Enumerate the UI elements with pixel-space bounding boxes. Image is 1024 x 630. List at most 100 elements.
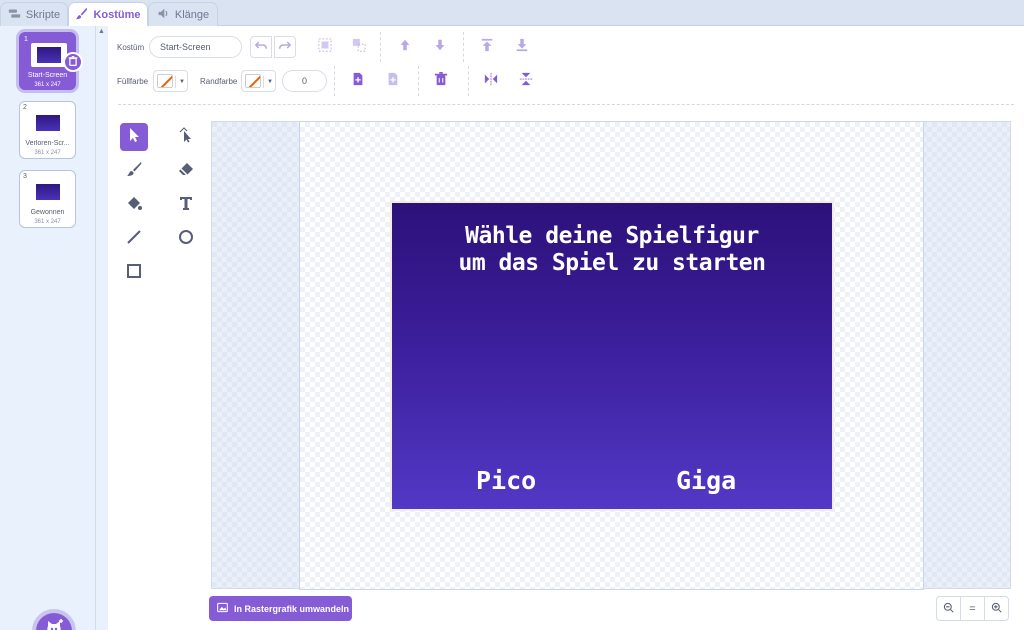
group-icon (318, 37, 332, 57)
tab-sounds[interactable]: Klänge (148, 2, 218, 26)
costume-thumbnail (31, 43, 67, 67)
paste-button[interactable] (382, 70, 404, 92)
brush-icon (75, 7, 88, 23)
costume-name-label: Kostüm (117, 43, 145, 52)
reshape-icon (178, 126, 194, 148)
tab-scripts[interactable]: Skripte (0, 2, 68, 26)
cat-plus-icon (44, 618, 64, 630)
backward-button[interactable] (429, 36, 451, 58)
costume-artwork[interactable]: Wähle deine Spielfigur um das Spiel zu s… (390, 201, 834, 511)
no-color-swatch (245, 74, 261, 88)
tab-label: Kostüme (93, 9, 141, 21)
back-button[interactable] (511, 36, 533, 58)
zoom-out-icon (943, 602, 954, 616)
arrow-to-bottom-icon (515, 38, 529, 57)
front-button[interactable] (476, 36, 498, 58)
costume-size: 361 x 247 (34, 82, 61, 88)
zoom-controls: = (936, 596, 1009, 621)
select-tool[interactable] (120, 123, 148, 151)
chevron-down-icon: ▼ (175, 76, 185, 88)
text-tool[interactable] (172, 191, 200, 219)
rectangle-tool[interactable] (120, 259, 148, 287)
image-icon (217, 602, 228, 615)
tab-label: Skripte (25, 8, 61, 21)
trash-icon (68, 53, 78, 71)
toolbar-divider (468, 66, 469, 96)
costume-thumbnail (30, 111, 66, 135)
tab-costumes[interactable]: Kostüme (68, 2, 148, 27)
costume-number: 3 (23, 173, 27, 180)
stroke-width-input[interactable]: 0 (282, 70, 327, 92)
cursor-icon (126, 127, 142, 148)
convert-to-bitmap-button[interactable]: In Rastergrafik umwandeln (209, 596, 352, 621)
toolbar-divider (463, 32, 464, 62)
paint-editor: Kostüm Start-Screen Füllfarbe ▼ Randfarb… (108, 26, 1024, 630)
costume-list-scrollbar[interactable]: ▲ (96, 26, 108, 630)
redo-button[interactable] (274, 36, 296, 58)
tab-bar: Skripte Kostüme Klänge (0, 0, 1024, 27)
costume-name: Gewonnen (30, 209, 65, 216)
fill-color-picker[interactable]: ▼ (153, 70, 188, 92)
paste-icon (386, 72, 400, 91)
line-tool[interactable] (120, 225, 148, 253)
flip-horizontal-button[interactable] (480, 70, 502, 92)
circle-tool[interactable] (172, 225, 200, 253)
arrow-down-icon (433, 38, 447, 57)
toolbar-divider (334, 66, 335, 96)
delete-costume-button[interactable] (63, 52, 83, 72)
costume-item-gewonnen[interactable]: 3 Gewonnen 361 x 247 (19, 170, 76, 228)
trash-icon (434, 71, 448, 91)
chevron-down-icon: ▼ (263, 76, 273, 88)
ungroup-icon (352, 38, 366, 57)
zoom-in-button[interactable] (985, 597, 1008, 620)
rectangle-icon (126, 263, 142, 284)
undo-icon (254, 38, 267, 56)
costume-list: 1 Start-Screen 361 x 247 2 Verloren-Scr.… (0, 26, 96, 630)
flip-horizontal-icon (484, 72, 498, 91)
outline-color-picker[interactable]: ▼ (241, 70, 276, 92)
forward-button[interactable] (394, 36, 416, 58)
toolbar-separator (118, 104, 1014, 105)
add-costume-button[interactable] (36, 613, 72, 630)
eraser-icon (178, 161, 194, 182)
paint-bucket-icon (126, 195, 142, 216)
artwork-option-giga: Giga (676, 466, 737, 495)
outline-color-label: Randfarbe (200, 77, 238, 86)
costume-number: 2 (23, 104, 27, 111)
copy-button[interactable] (347, 70, 369, 92)
costume-name-input[interactable]: Start-Screen (149, 36, 242, 58)
reshape-tool[interactable] (172, 123, 200, 151)
copy-icon (351, 72, 365, 91)
ungroup-button[interactable] (348, 36, 370, 58)
fill-tool[interactable] (120, 191, 148, 219)
delete-button[interactable] (430, 70, 452, 92)
undo-button[interactable] (250, 36, 272, 58)
drawing-canvas[interactable]: Wähle deine Spielfigur um das Spiel zu s… (211, 121, 1011, 590)
flip-vertical-icon (519, 72, 533, 91)
flip-vertical-button[interactable] (515, 70, 537, 92)
eraser-tool[interactable] (172, 157, 200, 185)
group-button[interactable] (314, 36, 336, 58)
brush-tool[interactable] (120, 157, 148, 185)
brush-icon (126, 161, 142, 182)
speaker-icon (157, 7, 170, 23)
toolbar-divider (418, 66, 419, 96)
artwork-title-text: Wähle deine Spielfigur um das Spiel zu s… (458, 223, 767, 276)
zoom-out-button[interactable] (937, 597, 961, 620)
arrow-to-top-icon (480, 38, 494, 57)
no-color-swatch (157, 74, 173, 88)
scroll-up-arrow-icon[interactable]: ▲ (98, 28, 105, 35)
costume-name: Verloren-Scr... (25, 140, 70, 147)
redo-icon (279, 38, 292, 56)
tab-label: Klänge (174, 8, 210, 21)
zoom-in-icon (991, 602, 1002, 616)
line-icon (126, 229, 142, 250)
code-icon (8, 7, 21, 23)
costume-item-verloren-screen[interactable]: 2 Verloren-Scr... 361 x 247 (19, 101, 76, 159)
circle-icon (178, 229, 194, 250)
zoom-reset-button[interactable]: = (961, 597, 985, 620)
arrow-up-icon (398, 38, 412, 57)
convert-label: In Rastergrafik umwandeln (234, 603, 350, 614)
costume-size: 361 x 247 (34, 150, 61, 156)
costume-number: 1 (24, 36, 28, 43)
